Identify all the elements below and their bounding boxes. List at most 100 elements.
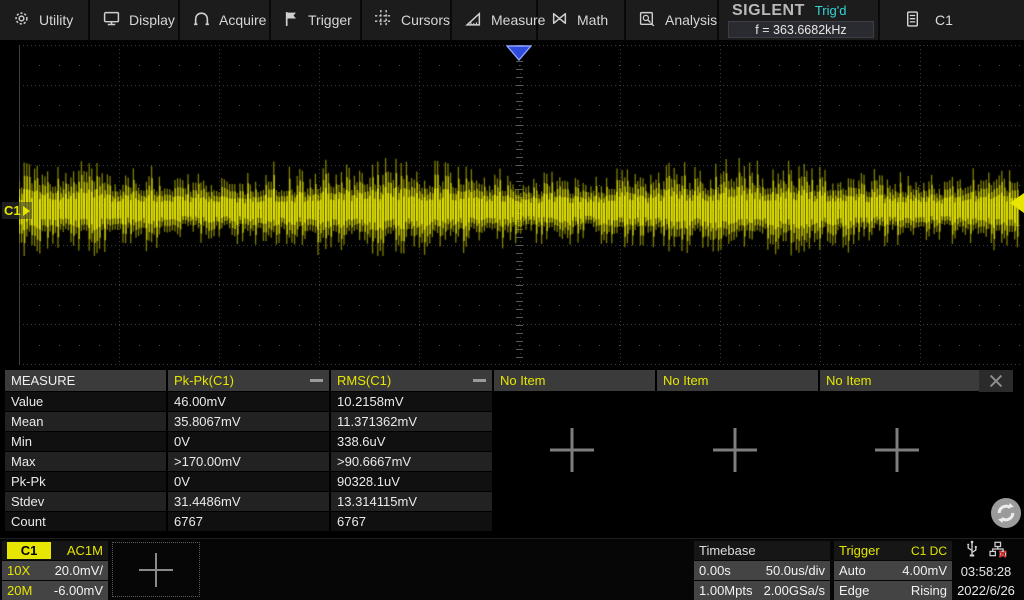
trigger-position-marker[interactable] — [506, 45, 532, 66]
menu-item-math[interactable]: Math — [538, 0, 626, 40]
timebase-scale: 50.0us/div — [766, 563, 825, 578]
trigger-settings-box[interactable]: Trigger C1 DC Auto 4.00mV Edge Rising — [834, 541, 952, 600]
lan-disconnected-icon — [989, 541, 1007, 563]
measure-row-value: Value46.00mV10.2158mV — [5, 392, 983, 411]
timebase-sample-rate: 2.00GSa/s — [764, 583, 825, 598]
measure-column-2[interactable]: RMS(C1) — [331, 370, 492, 391]
stat-value: 46.00mV — [168, 392, 329, 411]
trigger-title: Trigger — [839, 543, 880, 558]
measure-column-label: No Item — [500, 373, 546, 388]
menu-item-measure[interactable]: Measure — [452, 0, 538, 40]
menu-item-acquire[interactable]: Acquire — [180, 0, 271, 40]
stat-value: 90328.1uV — [331, 472, 492, 491]
channel-menu-button[interactable]: C1 — [888, 0, 1024, 40]
add-measurement-button[interactable] — [542, 420, 602, 480]
menu-item-label: Cursors — [401, 12, 450, 28]
frequency-counter: f = 363.6682kHz — [728, 21, 874, 38]
trigger-source: C1 DC — [911, 544, 947, 558]
plus-icon — [868, 421, 926, 479]
measure-column-label: No Item — [826, 373, 872, 388]
measure-column-4[interactable]: No Item — [657, 370, 818, 391]
oscilloscope-screen: Utility Display Acquire Trigger CursorsMeasu… — [0, 0, 1024, 600]
measure-statistics-rows: Value46.00mV10.2158mVMean35.8067mV11.371… — [5, 392, 983, 531]
measure-row-max: Max>170.00mV>90.6667mV — [5, 452, 983, 471]
menu-item-label: Analysis — [665, 12, 717, 28]
cursors-icon — [375, 10, 392, 30]
menu-item-label: Acquire — [219, 12, 266, 28]
trigger-level-marker[interactable] — [1010, 193, 1024, 213]
stat-value: 11.371362mV — [331, 412, 492, 431]
acquire-icon — [193, 11, 210, 29]
measure-icon — [465, 11, 482, 30]
stat-value: 0V — [168, 432, 329, 451]
stat-value: 35.8067mV — [168, 412, 329, 431]
menu-item-label: Math — [577, 12, 608, 28]
channel1-badge: C1 — [7, 542, 51, 559]
reset-statistics-button[interactable] — [989, 496, 1023, 530]
menu-item-analysis[interactable]: Analysis — [626, 0, 719, 40]
timebase-settings-box[interactable]: Timebase 0.00s 50.0us/div 1.00Mpts 2.00G… — [694, 541, 830, 600]
trigger-state-badge: Trig'd — [815, 3, 847, 18]
stat-label: Pk-Pk — [5, 472, 166, 491]
measure-close-button[interactable] — [979, 370, 1013, 392]
channel1-scale: 20.0mV/ — [55, 563, 103, 578]
channel1-bandwidth: 20M — [7, 583, 32, 598]
stat-label: Value — [5, 392, 166, 411]
plus-icon — [132, 546, 180, 594]
channel1-coupling: AC1M — [67, 543, 103, 558]
menu-item-cursors[interactable]: Cursors — [362, 0, 452, 40]
stat-label: Mean — [5, 412, 166, 431]
measure-column-5[interactable]: No Item — [820, 370, 981, 391]
stat-value: 0V — [168, 472, 329, 491]
add-measurement-button[interactable] — [705, 420, 765, 480]
close-icon — [987, 372, 1005, 390]
list-icon — [906, 11, 919, 30]
channel1-offset-value: -6.00mV — [54, 583, 103, 598]
brand-status-block: SIGLENT Trig'd f = 363.6682kHz — [726, 0, 876, 40]
stat-value: 6767 — [168, 512, 329, 531]
stat-value: 338.6uV — [331, 432, 492, 451]
measure-column-label: Pk-Pk(C1) — [174, 373, 234, 388]
stat-value: 13.314115mV — [331, 492, 492, 511]
stat-value: 10.2158mV — [331, 392, 492, 411]
measure-title: MEASURE — [5, 370, 166, 391]
trigger-level: 4.00mV — [902, 563, 947, 578]
measure-column-3[interactable]: No Item — [494, 370, 655, 391]
remove-measurement-icon[interactable] — [473, 379, 486, 382]
gear-icon — [13, 10, 30, 30]
stat-value: 6767 — [331, 512, 492, 531]
add-channel-button[interactable] — [112, 542, 200, 597]
usb-icon — [965, 540, 979, 563]
system-time: 03:58:28 — [950, 562, 1022, 581]
right-arrow-icon — [23, 206, 30, 216]
system-status-area: 03:58:28 2022/6/26 — [950, 541, 1022, 600]
timebase-points: 1.00Mpts — [699, 583, 752, 598]
timebase-delay: 0.00s — [699, 563, 731, 578]
stat-label: Max — [5, 452, 166, 471]
stat-value: >170.00mV — [168, 452, 329, 471]
system-date: 2022/6/26 — [950, 581, 1022, 600]
siglent-logo: SIGLENT — [732, 2, 805, 20]
channel1-offset-label: C1 — [4, 203, 21, 218]
measure-header-row: MEASURE Pk-Pk(C1) RMS(C1) No Item No Item No … — [5, 370, 983, 391]
measure-row-stdev: Stdev31.4486mV13.314115mV — [5, 492, 983, 511]
menu-item-label: Trigger — [308, 12, 352, 28]
plus-icon — [543, 421, 601, 479]
menu-item-display[interactable]: Display — [90, 0, 180, 40]
menu-item-utility[interactable]: Utility — [0, 0, 90, 40]
measure-row-pk-pk: Pk-Pk0V90328.1uV — [5, 472, 983, 491]
measure-column-1[interactable]: Pk-Pk(C1) — [168, 370, 329, 391]
measure-row-min: Min0V338.6uV — [5, 432, 983, 451]
remove-measurement-icon[interactable] — [310, 379, 323, 382]
channel1-settings-box[interactable]: C1 AC1M 10X 20.0mV/ 20M -6.00mV — [2, 541, 108, 600]
analysis-icon — [639, 11, 656, 30]
menu-item-label: Display — [129, 12, 175, 28]
trigger-mode: Auto — [839, 563, 866, 578]
add-measurement-button[interactable] — [867, 420, 927, 480]
stat-label: Count — [5, 512, 166, 531]
menu-item-label: Utility — [39, 12, 73, 28]
channel1-offset-marker[interactable]: C1 — [2, 202, 32, 219]
menu-item-trigger[interactable]: Trigger — [271, 0, 362, 40]
measure-row-mean: Mean35.8067mV11.371362mV — [5, 412, 983, 431]
stat-label: Stdev — [5, 492, 166, 511]
